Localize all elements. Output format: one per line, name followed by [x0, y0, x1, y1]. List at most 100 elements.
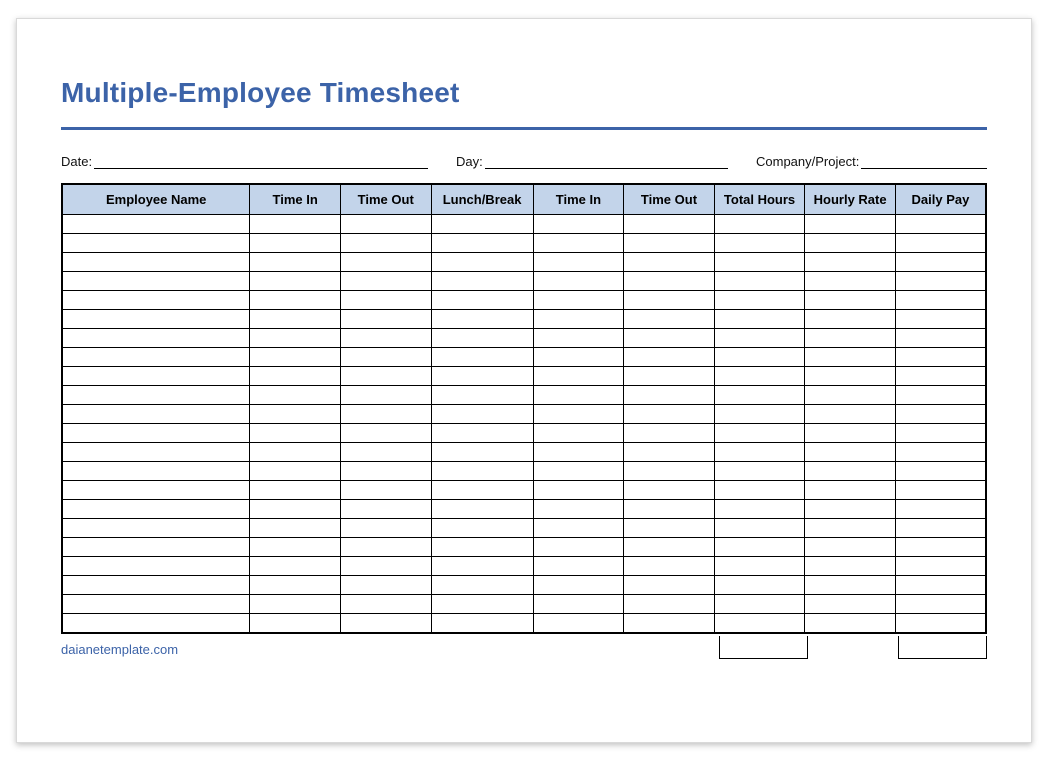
table-cell[interactable] [714, 329, 805, 348]
table-cell[interactable] [340, 405, 431, 424]
table-cell[interactable] [533, 557, 624, 576]
table-cell[interactable] [714, 595, 805, 614]
table-cell[interactable] [62, 424, 250, 443]
table-cell[interactable] [624, 481, 715, 500]
table-cell[interactable] [714, 481, 805, 500]
table-cell[interactable] [340, 557, 431, 576]
table-cell[interactable] [250, 272, 341, 291]
table-cell[interactable] [895, 557, 986, 576]
table-cell[interactable] [805, 424, 896, 443]
table-cell[interactable] [62, 329, 250, 348]
table-cell[interactable] [62, 538, 250, 557]
table-cell[interactable] [895, 519, 986, 538]
table-cell[interactable] [340, 272, 431, 291]
company-input-line[interactable] [861, 152, 987, 169]
table-cell[interactable] [805, 405, 896, 424]
table-cell[interactable] [62, 215, 250, 234]
table-cell[interactable] [624, 272, 715, 291]
table-cell[interactable] [805, 215, 896, 234]
table-cell[interactable] [624, 614, 715, 634]
table-cell[interactable] [805, 557, 896, 576]
table-cell[interactable] [340, 519, 431, 538]
table-cell[interactable] [805, 443, 896, 462]
table-cell[interactable] [431, 367, 533, 386]
table-cell[interactable] [624, 538, 715, 557]
table-cell[interactable] [431, 576, 533, 595]
table-cell[interactable] [895, 215, 986, 234]
table-cell[interactable] [624, 329, 715, 348]
table-cell[interactable] [431, 386, 533, 405]
table-cell[interactable] [62, 500, 250, 519]
table-cell[interactable] [340, 367, 431, 386]
table-cell[interactable] [62, 576, 250, 595]
table-cell[interactable] [533, 462, 624, 481]
table-cell[interactable] [714, 272, 805, 291]
table-cell[interactable] [895, 500, 986, 519]
table-cell[interactable] [431, 595, 533, 614]
table-cell[interactable] [250, 386, 341, 405]
table-cell[interactable] [624, 310, 715, 329]
table-cell[interactable] [62, 557, 250, 576]
table-cell[interactable] [62, 234, 250, 253]
table-cell[interactable] [250, 500, 341, 519]
table-cell[interactable] [895, 291, 986, 310]
table-cell[interactable] [805, 462, 896, 481]
table-cell[interactable] [431, 443, 533, 462]
table-cell[interactable] [624, 557, 715, 576]
table-cell[interactable] [895, 405, 986, 424]
table-cell[interactable] [250, 595, 341, 614]
table-cell[interactable] [624, 462, 715, 481]
table-cell[interactable] [624, 576, 715, 595]
table-cell[interactable] [340, 291, 431, 310]
table-cell[interactable] [805, 595, 896, 614]
table-cell[interactable] [533, 424, 624, 443]
table-cell[interactable] [62, 272, 250, 291]
table-cell[interactable] [533, 367, 624, 386]
table-cell[interactable] [714, 386, 805, 405]
table-cell[interactable] [250, 538, 341, 557]
table-cell[interactable] [895, 272, 986, 291]
table-cell[interactable] [533, 443, 624, 462]
table-cell[interactable] [533, 595, 624, 614]
table-cell[interactable] [250, 462, 341, 481]
table-cell[interactable] [714, 310, 805, 329]
table-cell[interactable] [250, 291, 341, 310]
table-cell[interactable] [250, 215, 341, 234]
table-cell[interactable] [714, 405, 805, 424]
table-cell[interactable] [895, 386, 986, 405]
table-cell[interactable] [624, 519, 715, 538]
table-cell[interactable] [624, 500, 715, 519]
table-cell[interactable] [624, 386, 715, 405]
table-cell[interactable] [624, 348, 715, 367]
table-cell[interactable] [431, 215, 533, 234]
table-cell[interactable] [533, 519, 624, 538]
date-input-line[interactable] [94, 152, 428, 169]
table-cell[interactable] [805, 614, 896, 634]
table-cell[interactable] [714, 538, 805, 557]
table-cell[interactable] [431, 234, 533, 253]
table-cell[interactable] [805, 253, 896, 272]
table-cell[interactable] [62, 519, 250, 538]
day-input-line[interactable] [485, 152, 728, 169]
table-cell[interactable] [340, 538, 431, 557]
table-cell[interactable] [431, 310, 533, 329]
table-cell[interactable] [805, 500, 896, 519]
table-cell[interactable] [714, 614, 805, 634]
table-cell[interactable] [895, 481, 986, 500]
table-cell[interactable] [805, 519, 896, 538]
table-cell[interactable] [431, 348, 533, 367]
table-cell[interactable] [431, 614, 533, 634]
table-cell[interactable] [250, 519, 341, 538]
table-cell[interactable] [340, 576, 431, 595]
table-cell[interactable] [533, 500, 624, 519]
table-cell[interactable] [340, 424, 431, 443]
table-cell[interactable] [805, 576, 896, 595]
table-cell[interactable] [250, 443, 341, 462]
table-cell[interactable] [624, 367, 715, 386]
table-cell[interactable] [624, 291, 715, 310]
table-cell[interactable] [250, 557, 341, 576]
table-cell[interactable] [62, 310, 250, 329]
table-cell[interactable] [533, 481, 624, 500]
table-cell[interactable] [714, 443, 805, 462]
table-cell[interactable] [431, 519, 533, 538]
